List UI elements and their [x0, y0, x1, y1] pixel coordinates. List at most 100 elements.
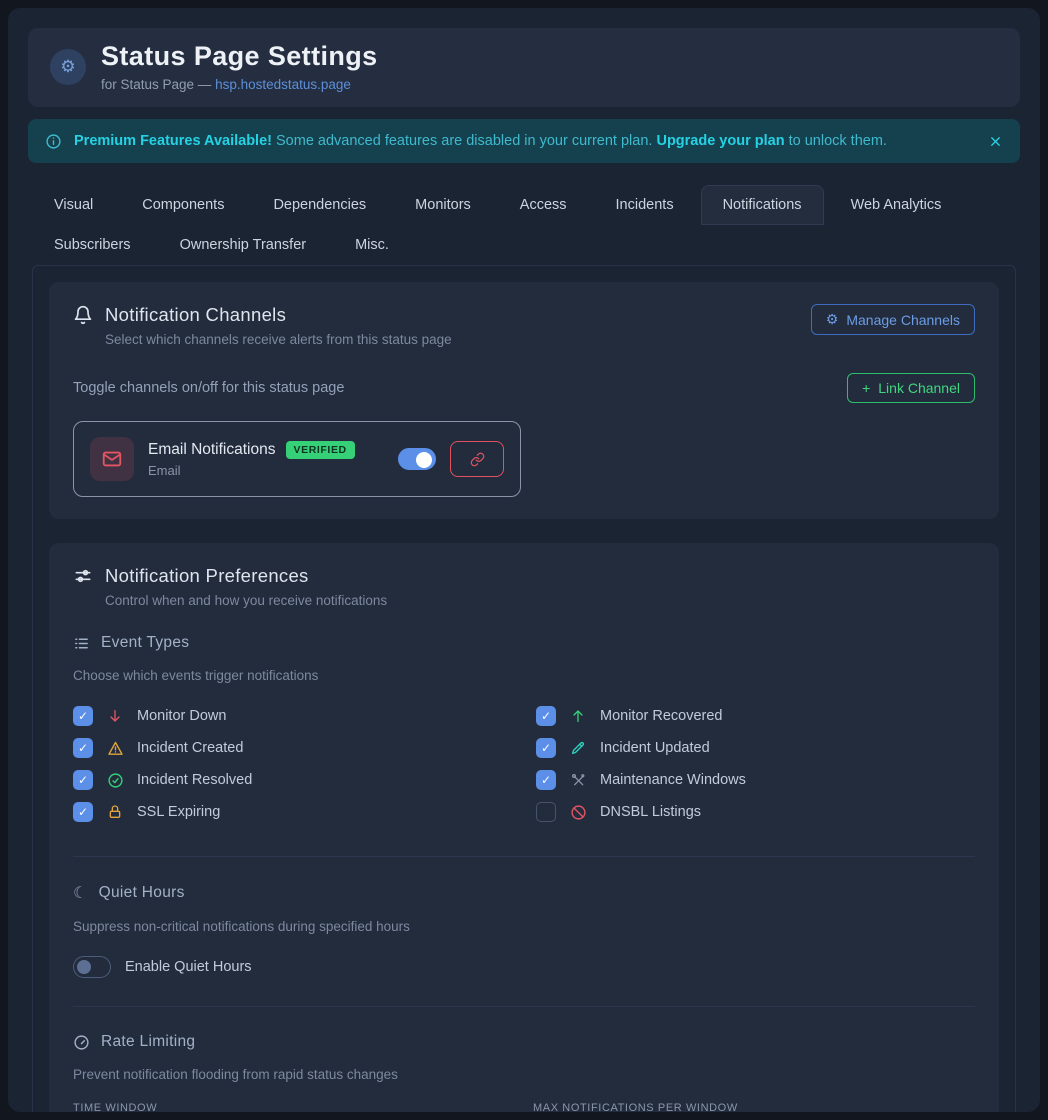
rate-limiting-title: Rate Limiting [101, 1033, 195, 1051]
premium-banner-text: Premium Features Available! Some advance… [74, 133, 887, 149]
rate-limiting-subtitle: Prevent notification flooding from rapid… [73, 1067, 975, 1082]
channels-heading: Notification Channels Select which chann… [73, 304, 452, 347]
check-icon: ✓ [541, 709, 551, 723]
tab-access[interactable]: Access [498, 185, 589, 225]
tab-dependencies[interactable]: Dependencies [251, 185, 388, 225]
checkbox[interactable]: ✓ [536, 802, 556, 822]
banner-close-button[interactable] [988, 134, 1003, 149]
quiet-hours-title: Quiet Hours [99, 884, 185, 902]
manage-channels-button[interactable]: ⚙ Manage Channels [811, 304, 975, 335]
verified-badge: VERIFIED [286, 441, 355, 459]
tab-subscribers[interactable]: Subscribers [32, 225, 153, 265]
check-icon: ✓ [78, 805, 88, 819]
checkbox[interactable]: ✓ [73, 706, 93, 726]
checkbox[interactable]: ✓ [536, 738, 556, 758]
moon-icon: ☾ [73, 883, 88, 903]
check-circle-icon [105, 772, 125, 789]
section-divider [73, 856, 975, 857]
tab-incidents[interactable]: Incidents [594, 185, 696, 225]
channel-type: Email [148, 463, 355, 478]
manage-channels-label: Manage Channels [846, 312, 960, 328]
event-type-incident-updated[interactable]: ✓ Incident Updated [536, 738, 975, 758]
page-header-text: Status Page Settings for Status Page — h… [101, 41, 378, 92]
channels-subtitle: Select which channels receive alerts fro… [105, 332, 452, 347]
premium-banner-title: Premium Features Available! [74, 133, 272, 149]
page-title: Status Page Settings [101, 41, 378, 72]
channels-title: Notification Channels [105, 304, 286, 326]
checkbox[interactable]: ✓ [536, 770, 556, 790]
email-channel-toggle[interactable] [398, 448, 436, 470]
checkbox[interactable]: ✓ [73, 770, 93, 790]
event-types-title: Event Types [101, 634, 189, 652]
event-type-label: SSL Expiring [137, 804, 220, 820]
quiet-hours-heading: ☾ Quiet Hours [73, 883, 975, 903]
event-type-incident-resolved[interactable]: ✓ Incident Resolved [73, 770, 512, 790]
max-notifications-label: MAX NOTIFICATIONS PER WINDOW [533, 1102, 975, 1112]
tab-visual[interactable]: Visual [32, 185, 115, 225]
premium-banner-suffix: to unlock them. [785, 133, 887, 149]
ban-icon [568, 804, 588, 821]
info-icon [45, 133, 62, 150]
pencil-icon [568, 740, 588, 756]
page-subtitle-prefix: for Status Page — [101, 77, 215, 92]
link-channel-button[interactable]: + Link Channel [847, 373, 975, 403]
arrow-down-icon [105, 708, 125, 724]
premium-banner-body: Some advanced features are disabled in y… [272, 133, 656, 149]
rate-limiting-form: TIME WINDOW 15 minutes MAX NOTIFICATIONS… [73, 1102, 975, 1112]
channel-name: Email Notifications [148, 441, 276, 459]
plus-icon: + [862, 380, 870, 396]
settings-tabs: Visual Components Dependencies Monitors … [32, 185, 1016, 265]
checkbox[interactable]: ✓ [73, 738, 93, 758]
notifications-panel: Notification Channels Select which chann… [32, 265, 1016, 1112]
tab-web-analytics[interactable]: Web Analytics [829, 185, 964, 225]
check-icon: ✓ [78, 741, 88, 755]
status-page-settings-app: ⚙ Status Page Settings for Status Page —… [8, 8, 1040, 1112]
close-icon [988, 134, 1003, 149]
warning-triangle-icon [105, 740, 125, 757]
premium-banner: Premium Features Available! Some advance… [28, 119, 1020, 163]
event-type-monitor-recovered[interactable]: ✓ Monitor Recovered [536, 706, 975, 726]
gear-icon: ⚙ [50, 49, 86, 85]
tab-misc[interactable]: Misc. [333, 225, 411, 265]
event-types-heading: Event Types [73, 634, 975, 652]
checkbox[interactable]: ✓ [536, 706, 556, 726]
event-types-grid: ✓ Monitor Down ✓ Incident Created ✓ Inci… [73, 700, 975, 828]
check-icon: ✓ [78, 773, 88, 787]
event-type-ssl-expiring[interactable]: ✓ SSL Expiring [73, 802, 512, 822]
channel-info: Email Notifications VERIFIED Email [148, 441, 355, 478]
checkbox[interactable]: ✓ [73, 802, 93, 822]
event-type-maintenance-windows[interactable]: ✓ Maintenance Windows [536, 770, 975, 790]
event-type-label: DNSBL Listings [600, 804, 701, 820]
notification-channels-card: Notification Channels Select which chann… [49, 282, 999, 519]
tab-monitors[interactable]: Monitors [393, 185, 493, 225]
tab-ownership-transfer[interactable]: Ownership Transfer [158, 225, 329, 265]
preferences-subtitle: Control when and how you receive notific… [105, 593, 975, 608]
lock-icon [105, 804, 125, 820]
event-type-label: Incident Updated [600, 740, 710, 756]
tab-components[interactable]: Components [120, 185, 246, 225]
link-icon [470, 452, 485, 467]
quiet-hours-toggle[interactable] [73, 956, 111, 978]
page-subtitle: for Status Page — hsp.hostedstatus.page [101, 77, 378, 92]
tools-icon [568, 772, 588, 788]
gauge-icon [73, 1034, 90, 1051]
check-icon: ✓ [78, 709, 88, 723]
gear-icon: ⚙ [826, 311, 839, 328]
tab-notifications[interactable]: Notifications [701, 185, 824, 225]
toggle-knob [77, 960, 91, 974]
event-type-incident-created[interactable]: ✓ Incident Created [73, 738, 512, 758]
status-page-domain-link[interactable]: hsp.hostedstatus.page [215, 77, 351, 92]
sliders-icon [73, 566, 93, 586]
bell-icon [73, 305, 93, 325]
toggle-channels-hint: Toggle channels on/off for this status p… [73, 380, 344, 396]
quiet-hours-toggle-label: Enable Quiet Hours [125, 959, 252, 975]
time-window-label: TIME WINDOW [73, 1102, 515, 1112]
event-type-monitor-down[interactable]: ✓ Monitor Down [73, 706, 512, 726]
rate-limiting-heading: Rate Limiting [73, 1033, 975, 1051]
event-type-dnsbl-listings[interactable]: ✓ DNSBL Listings [536, 802, 975, 822]
envelope-icon [90, 437, 134, 481]
arrow-up-icon [568, 708, 588, 724]
time-window-field: TIME WINDOW 15 minutes [73, 1102, 515, 1112]
unlink-channel-button[interactable] [450, 441, 504, 477]
upgrade-plan-link[interactable]: Upgrade your plan [656, 133, 784, 149]
